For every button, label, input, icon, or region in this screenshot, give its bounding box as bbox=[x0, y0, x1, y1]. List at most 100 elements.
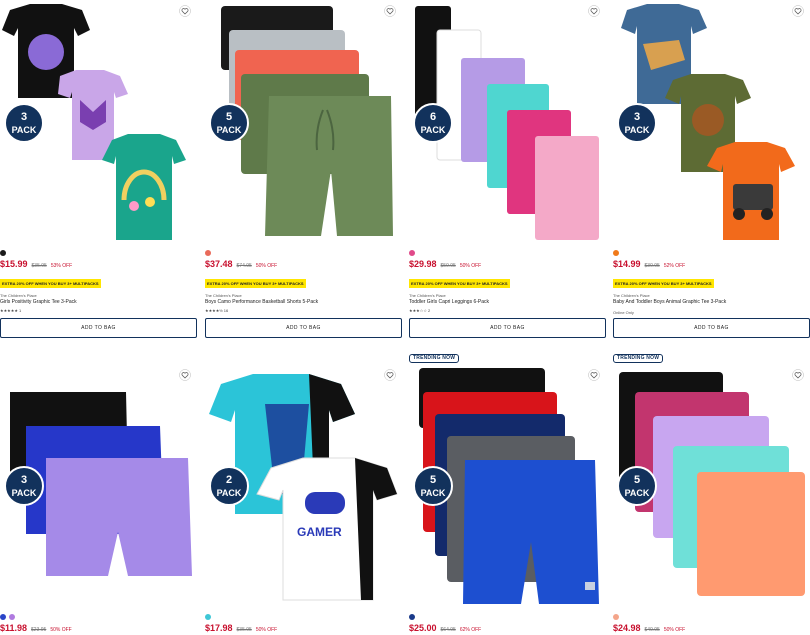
product-image[interactable]: 5 PACK bbox=[409, 364, 606, 607]
product-card: 6 PACK $29.98 $59.95 50% OFF EXTRA 20% OF… bbox=[409, 0, 606, 338]
availability-label: Online Only bbox=[613, 310, 634, 315]
product-title[interactable]: Toddler Girls Capri Leggings 6-Pack bbox=[409, 299, 606, 306]
sale-price: $11.98 bbox=[0, 623, 28, 633]
favorite-heart-icon[interactable] bbox=[792, 5, 804, 17]
product-image[interactable]: 6 PACK bbox=[409, 0, 606, 243]
original-price: $49.95 bbox=[644, 627, 660, 633]
color-swatches bbox=[409, 614, 606, 622]
promo-banner: EXTRA 20% OFF WHEN YOU BUY 3+ MULTIPACKS bbox=[613, 279, 714, 288]
color-swatch[interactable] bbox=[409, 250, 415, 256]
product-card: TRENDING NOW 5 PACK $24.98 $49.95 50% OFF bbox=[613, 354, 810, 635]
rating-stars: ★★★★★ 1 bbox=[0, 308, 22, 313]
product-image[interactable]: 3 PACK bbox=[613, 0, 810, 243]
price-line: $15.99 $35.95 53% OFF bbox=[0, 259, 197, 272]
pack-badge: 3 PACK bbox=[4, 103, 44, 143]
rating-stars: ★★★★½ 16 bbox=[205, 308, 229, 313]
color-swatches bbox=[0, 250, 197, 258]
sale-price: $29.98 bbox=[409, 259, 437, 269]
original-price: $74.95 bbox=[236, 263, 252, 269]
favorite-heart-icon[interactable] bbox=[384, 369, 396, 381]
price-line: $29.98 $59.95 50% OFF bbox=[409, 259, 606, 272]
color-swatch[interactable] bbox=[613, 614, 619, 620]
sale-price: $17.98 bbox=[205, 623, 233, 633]
favorite-heart-icon[interactable] bbox=[179, 5, 191, 17]
product-card: 3 PACK $14.99 $30.95 52% OFF EXTRA 20% OF… bbox=[613, 0, 810, 338]
discount-label: 62% OFF bbox=[459, 627, 482, 633]
product-card: 5 PACK $37.48 $74.95 50% OFF EXTRA 20% OF… bbox=[205, 0, 402, 338]
sale-price: $37.48 bbox=[205, 259, 233, 269]
color-swatch[interactable] bbox=[9, 614, 15, 620]
discount-label: 50% OFF bbox=[50, 627, 72, 633]
price-line: $37.48 $74.95 50% OFF bbox=[205, 259, 402, 272]
product-image[interactable]: GAMER 2 PACK bbox=[205, 364, 402, 607]
color-swatches bbox=[0, 614, 197, 622]
color-swatches bbox=[613, 614, 810, 622]
product-card: 3 PACK $11.98 $23.95 50% OFF bbox=[0, 364, 197, 635]
pack-badge: 3 PACK bbox=[4, 466, 44, 506]
color-swatch[interactable] bbox=[409, 614, 415, 620]
discount-label: 52% OFF bbox=[663, 263, 686, 269]
product-image[interactable]: 5 PACK bbox=[613, 364, 810, 607]
product-title[interactable]: Baby And Toddler Boys Animal Graphic Tee… bbox=[613, 299, 810, 306]
pack-badge: 5 PACK bbox=[209, 103, 249, 143]
sale-price: $24.98 bbox=[613, 623, 641, 633]
color-swatches bbox=[613, 250, 810, 258]
product-title[interactable]: Boys Camo Performance Basketball Shorts … bbox=[205, 299, 402, 306]
product-title[interactable]: Girls Positivity Graphic Tee 3-Pack bbox=[0, 299, 197, 306]
product-image[interactable]: 3 PACK bbox=[0, 0, 197, 243]
product-grid: 3 PACK $15.99 $35.95 53% OFF EXTRA 20% OF… bbox=[0, 0, 810, 635]
color-swatch[interactable] bbox=[613, 250, 619, 256]
color-swatch[interactable] bbox=[0, 250, 6, 256]
sale-price: $15.99 bbox=[0, 259, 28, 269]
add-to-bag-button[interactable]: ADD TO BAG bbox=[613, 318, 810, 338]
sale-price: $25.00 bbox=[409, 623, 437, 633]
discount-label: 50% OFF bbox=[459, 263, 482, 269]
pack-badge: 5 PACK bbox=[617, 466, 657, 506]
color-swatches bbox=[205, 250, 402, 258]
pack-badge: 6 PACK bbox=[413, 103, 453, 143]
trending-now-badge: TRENDING NOW bbox=[409, 354, 460, 363]
color-swatch[interactable] bbox=[0, 614, 6, 620]
add-to-bag-button[interactable]: ADD TO BAG bbox=[409, 318, 606, 338]
price-line: $25.00 $64.95 62% OFF bbox=[409, 623, 606, 635]
original-price: $23.95 bbox=[31, 627, 47, 633]
color-swatches bbox=[409, 250, 606, 258]
discount-label: 53% OFF bbox=[50, 263, 73, 269]
pack-badge: 2 PACK bbox=[209, 466, 249, 506]
rating-stars: ★★★☆☆ 2 bbox=[409, 308, 431, 313]
sale-price: $14.99 bbox=[613, 259, 641, 269]
promo-banner: EXTRA 20% OFF WHEN YOU BUY 3+ MULTIPACKS bbox=[205, 279, 306, 288]
favorite-heart-icon[interactable] bbox=[588, 369, 600, 381]
favorite-heart-icon[interactable] bbox=[588, 5, 600, 17]
original-price: $30.95 bbox=[644, 263, 660, 269]
product-card: 3 PACK $15.99 $35.95 53% OFF EXTRA 20% OF… bbox=[0, 0, 197, 338]
favorite-heart-icon[interactable] bbox=[384, 5, 396, 17]
price-line: $11.98 $23.95 50% OFF bbox=[0, 623, 197, 635]
product-card: TRENDING NOW 5 PACK $25.00 $64.95 62% OFF bbox=[409, 354, 606, 635]
original-price: $59.95 bbox=[440, 263, 456, 269]
product-image[interactable]: 5 PACK bbox=[205, 0, 402, 243]
original-price: $35.95 bbox=[236, 627, 252, 633]
original-price: $35.95 bbox=[31, 263, 47, 269]
discount-label: 50% OFF bbox=[255, 263, 278, 269]
add-to-bag-button[interactable]: ADD TO BAG bbox=[0, 318, 197, 338]
color-swatches bbox=[205, 614, 402, 622]
price-line: $17.98 $35.95 50% OFF bbox=[205, 623, 402, 635]
gamer-graphic-text: GAMER bbox=[297, 525, 342, 539]
promo-banner: EXTRA 20% OFF WHEN YOU BUY 3+ MULTIPACKS bbox=[0, 279, 101, 288]
price-line: $14.99 $30.95 52% OFF bbox=[613, 259, 810, 272]
pack-badge: 5 PACK bbox=[413, 466, 453, 506]
color-swatch[interactable] bbox=[205, 614, 211, 620]
trending-now-badge: TRENDING NOW bbox=[613, 354, 664, 363]
pack-badge: 3 PACK bbox=[617, 103, 657, 143]
promo-banner: EXTRA 20% OFF WHEN YOU BUY 3+ MULTIPACKS bbox=[409, 279, 510, 288]
favorite-heart-icon[interactable] bbox=[179, 369, 191, 381]
color-swatch[interactable] bbox=[205, 250, 211, 256]
original-price: $64.95 bbox=[440, 627, 456, 633]
favorite-heart-icon[interactable] bbox=[792, 369, 804, 381]
discount-label: 50% OFF bbox=[663, 627, 686, 633]
discount-label: 50% OFF bbox=[255, 627, 278, 633]
add-to-bag-button[interactable]: ADD TO BAG bbox=[205, 318, 402, 338]
product-card: GAMER 2 PACK $17.98 $35.95 50% OFF bbox=[205, 364, 402, 635]
product-image[interactable]: 3 PACK bbox=[0, 364, 197, 607]
